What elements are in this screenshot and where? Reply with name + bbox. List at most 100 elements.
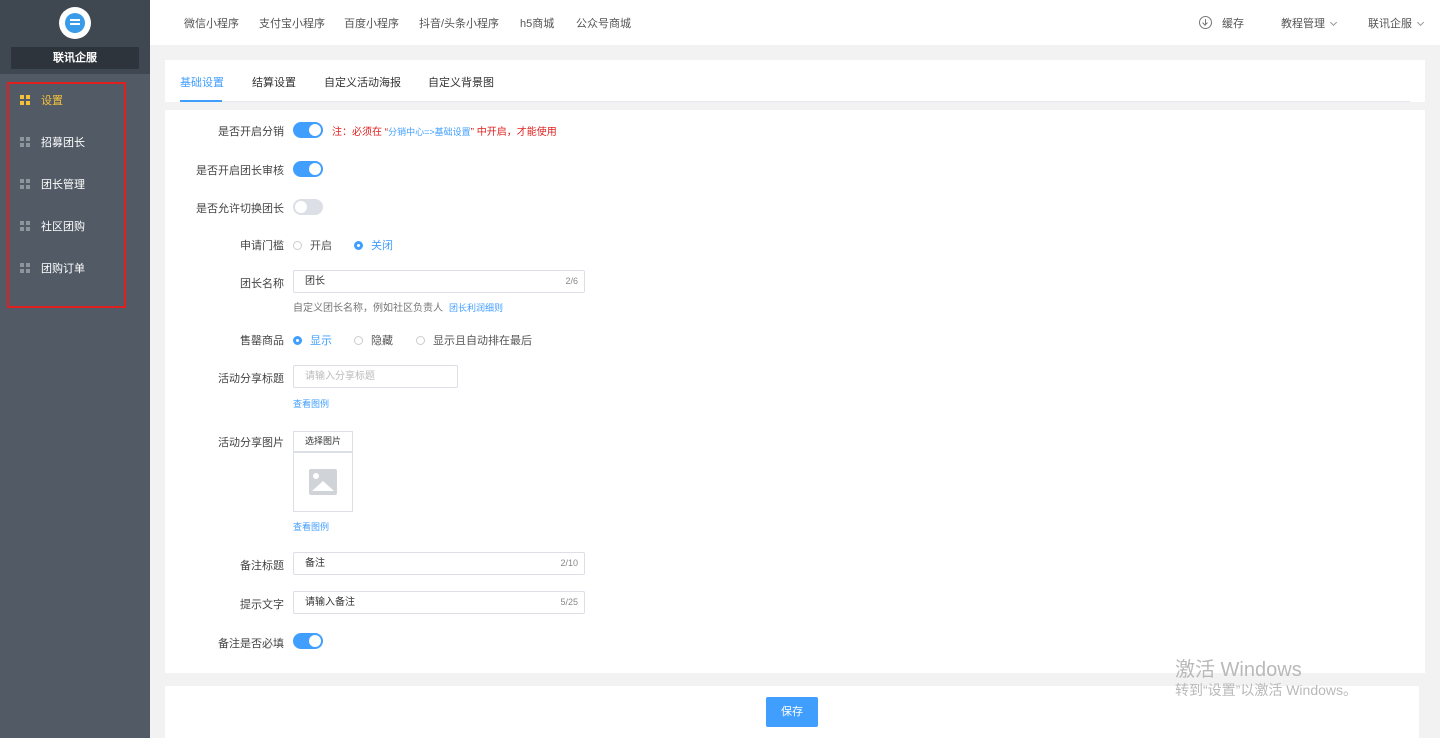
sidebar-item-label: 社区团购	[41, 221, 85, 233]
tip-text-input[interactable]: 请输入备注 5/25	[293, 591, 585, 614]
tabs-divider	[180, 101, 1410, 102]
chevron-down-icon	[1416, 18, 1425, 27]
sidebar-item-group-orders[interactable]: 团购订单	[9, 257, 124, 279]
tutorial-label: 教程管理	[1281, 18, 1325, 30]
remark-title-counter: 2/10	[560, 558, 578, 568]
share-title-example-link[interactable]: 查看图例	[293, 397, 329, 410]
tip-text-counter: 5/25	[560, 597, 578, 607]
leader-profit-rules-link[interactable]: 团长利润细则	[449, 303, 503, 313]
settings-form: 是否开启分销 注：必须在 “分销中心=>基础设置” 中开启，才能使用 是否开启团…	[165, 110, 1425, 673]
tab-settlement-settings[interactable]: 结算设置	[252, 74, 296, 90]
image-placeholder-icon	[309, 469, 337, 495]
brand-logo	[59, 7, 91, 39]
grid-icon	[20, 179, 30, 189]
radio-icon	[293, 240, 302, 250]
radio-label: 开启	[310, 240, 332, 252]
chevron-down-icon	[1329, 18, 1338, 27]
windows-activation-title: 激活 Windows	[1175, 659, 1302, 681]
note-prefix: 注：必须在 “	[332, 127, 389, 138]
radio-label: 显示且自动排在最后	[433, 335, 532, 347]
radio-label: 关闭	[371, 240, 393, 252]
sidebar-item-label: 设置	[41, 95, 63, 107]
remark-required-label: 备注是否必填	[218, 638, 284, 650]
grid-icon	[20, 263, 30, 273]
sold-out-show-radio[interactable]: 显示	[293, 332, 332, 348]
leader-name-label: 团长名称	[240, 278, 284, 290]
remark-title-input[interactable]: 备注 2/10	[293, 552, 585, 575]
account-label: 联讯企服	[1368, 18, 1412, 30]
remark-required-switch[interactable]	[293, 633, 323, 649]
allow-switch-leader-switch[interactable]	[293, 199, 323, 215]
apply-threshold-on-radio[interactable]: 开启	[293, 237, 332, 253]
radio-icon	[416, 335, 425, 345]
apply-threshold-label: 申请门槛	[240, 240, 284, 252]
leader-name-counter: 2/6	[565, 276, 578, 286]
tab-basic-settings[interactable]: 基础设置	[180, 74, 224, 90]
sidebar-item-leader-management[interactable]: 团长管理	[9, 173, 124, 195]
tab-custom-background[interactable]: 自定义背景图	[428, 74, 494, 90]
leader-name-hint: 自定义团长名称，例如社区负责人 团长利润细则	[293, 299, 503, 314]
share-title-placeholder: 请输入分享标题	[305, 371, 375, 382]
note-suffix: ” 中开启，才能使用	[470, 127, 557, 138]
distribution-note: 注：必须在 “分销中心=>基础设置” 中开启，才能使用	[332, 123, 557, 138]
logo-icon	[65, 13, 85, 33]
leader-review-label: 是否开启团长审核	[196, 165, 284, 177]
sidebar-item-recruit-leader[interactable]: 招募团长	[9, 131, 124, 153]
share-image-example-link[interactable]: 查看图例	[293, 520, 329, 533]
topnav-wechat-mini[interactable]: 微信小程序	[184, 15, 239, 31]
radio-label: 隐藏	[371, 335, 393, 347]
sidebar-item-label: 招募团长	[41, 137, 85, 149]
top-navbar: 微信小程序 支付宝小程序 百度小程序 抖音/头条小程序 h5商城 公众号商城 缓…	[150, 0, 1440, 45]
sidebar-item-label: 团长管理	[41, 179, 85, 191]
allow-switch-leader-label: 是否允许切换团长	[196, 203, 284, 215]
enable-distribution-switch[interactable]	[293, 122, 323, 138]
remark-title-value: 备注	[305, 558, 325, 569]
topnav-h5-mall[interactable]: h5商城	[520, 15, 554, 31]
apply-threshold-off-radio[interactable]: 关闭	[354, 237, 393, 253]
grid-icon	[20, 95, 30, 105]
sold-out-show-last-radio[interactable]: 显示且自动排在最后	[416, 332, 532, 348]
radio-label: 显示	[310, 335, 332, 347]
windows-activation-subtitle: 转到“设置”以激活 Windows。	[1175, 682, 1358, 698]
remark-title-label: 备注标题	[240, 560, 284, 572]
topnav-official-account-mall[interactable]: 公众号商城	[576, 15, 631, 31]
note-link: 分销中心=>基础设置	[388, 127, 471, 137]
share-image-preview[interactable]	[293, 452, 353, 512]
hint-text: 自定义团长名称，例如社区负责人	[293, 303, 443, 314]
topnav-baidu-mini[interactable]: 百度小程序	[344, 15, 399, 31]
leader-name-input[interactable]: 团长 2/6	[293, 270, 585, 293]
sold-out-goods-label: 售罄商品	[240, 335, 284, 347]
radio-checked-icon	[293, 335, 302, 345]
choose-image-button[interactable]: 选择图片	[293, 431, 353, 452]
cache-link[interactable]: 缓存	[1222, 15, 1244, 31]
enable-distribution-label: 是否开启分销	[218, 126, 284, 138]
radio-checked-icon	[354, 240, 363, 250]
sold-out-hide-radio[interactable]: 隐藏	[354, 332, 393, 348]
brand-name: 联讯企服	[11, 47, 139, 69]
account-menu[interactable]: 联讯企服	[1368, 15, 1425, 31]
sidebar-item-settings[interactable]: 设置	[9, 89, 124, 111]
share-title-label: 活动分享标题	[218, 373, 284, 385]
sidebar-menu: 设置 招募团长 团长管理 社区团购 团购订单	[7, 82, 126, 308]
tip-text-label: 提示文字	[240, 599, 284, 611]
topnav-douyin-mini[interactable]: 抖音/头条小程序	[419, 15, 499, 31]
radio-icon	[354, 335, 363, 345]
grid-icon	[20, 137, 30, 147]
sidebar-item-label: 团购订单	[41, 263, 85, 275]
grid-icon	[20, 221, 30, 231]
save-button[interactable]: 保存	[766, 697, 818, 727]
sidebar: 联讯企服 设置 招募团长 团长管理 社区团购 团购订单	[0, 0, 150, 738]
leader-name-value: 团长	[305, 276, 325, 287]
topnav-alipay-mini[interactable]: 支付宝小程序	[259, 15, 325, 31]
leader-review-switch[interactable]	[293, 161, 323, 177]
share-image-label: 活动分享图片	[218, 437, 284, 449]
brand-area: 联讯企服	[0, 0, 150, 74]
tutorial-menu[interactable]: 教程管理	[1281, 15, 1338, 31]
download-icon[interactable]	[1199, 16, 1212, 29]
tip-text-value: 请输入备注	[305, 597, 355, 608]
tabs-bar: 基础设置 结算设置 自定义活动海报 自定义背景图	[165, 60, 1425, 102]
share-title-input[interactable]: 请输入分享标题	[293, 365, 458, 388]
tab-custom-poster[interactable]: 自定义活动海报	[324, 74, 401, 90]
tab-active-indicator	[180, 100, 222, 102]
sidebar-item-community-group-buy[interactable]: 社区团购	[9, 215, 124, 237]
